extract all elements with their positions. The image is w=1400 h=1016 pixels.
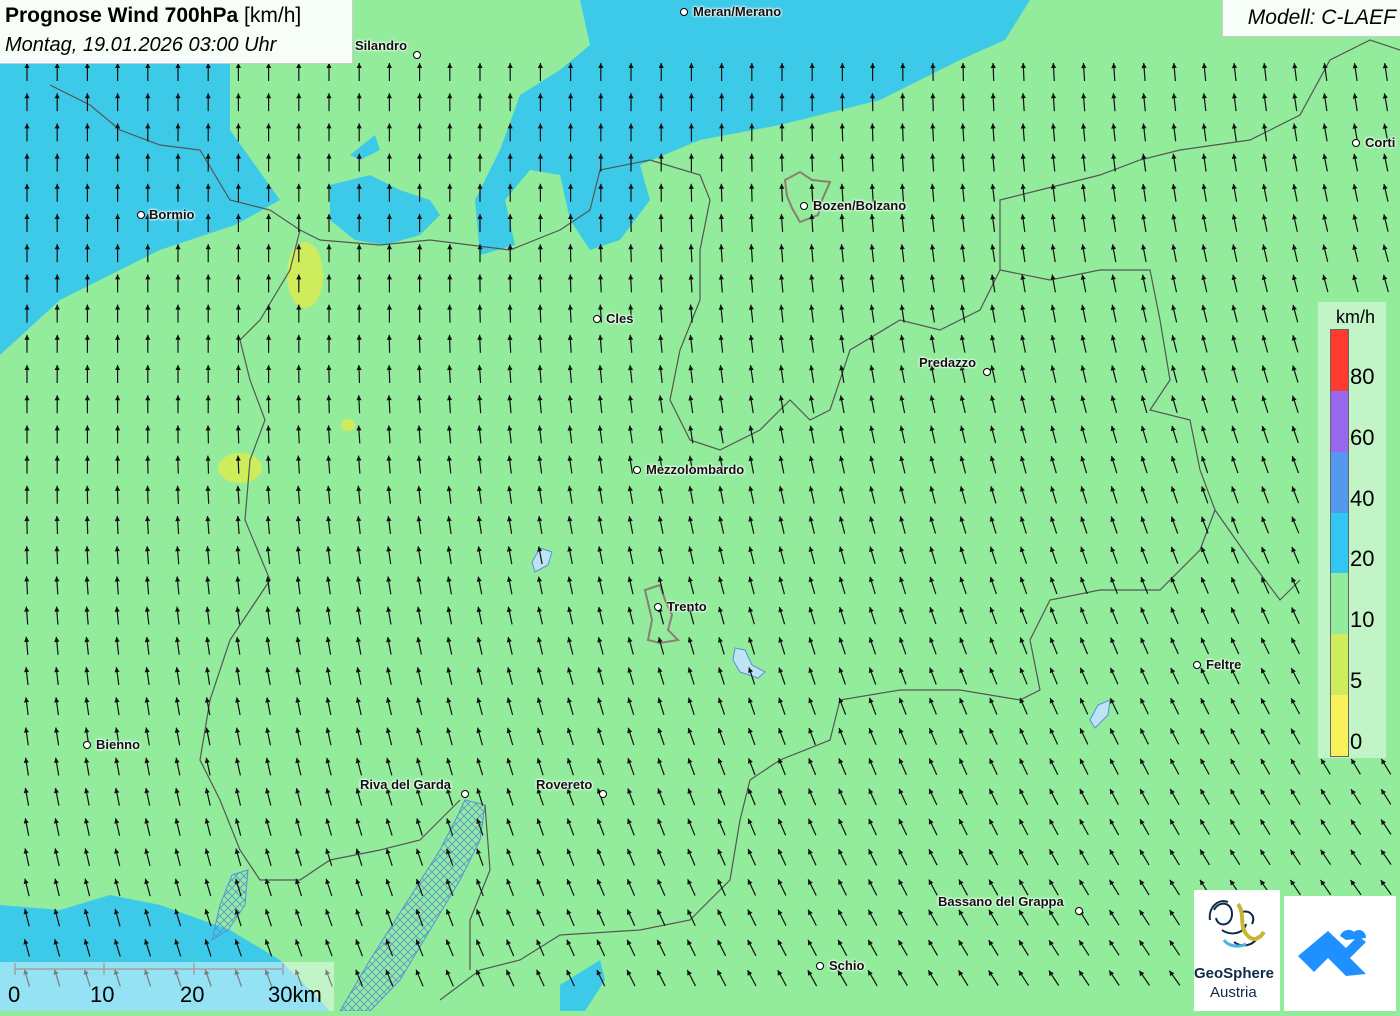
city-marker (413, 51, 421, 59)
legend-value: 0 (1350, 729, 1362, 755)
city-label: Predazzo (919, 355, 976, 370)
city-marker (816, 962, 824, 970)
legend-color-bar (1330, 329, 1349, 757)
partner-logo[interactable] (1284, 896, 1396, 1011)
city-label: Bozen/Bolzano (813, 198, 906, 213)
city-marker (1075, 907, 1083, 915)
geosphere-logo-text: GeoSphere (1194, 965, 1288, 982)
legend-value: 5 (1350, 668, 1362, 694)
scale-label-20: 20 (180, 982, 204, 1008)
city-label: Schio (829, 958, 864, 973)
forecast-time: Montag, 19.01.2026 03:00 Uhr (5, 34, 276, 57)
scale-label-0: 0 (8, 982, 20, 1008)
city-marker (593, 315, 601, 323)
city-marker (633, 466, 641, 474)
geosphere-logo[interactable]: GeoSphere Austria (1194, 890, 1280, 1011)
legend-value: 80 (1350, 364, 1374, 390)
map-title: Prognose Wind 700hPa [km/h] (5, 4, 301, 28)
scale-label-10: 10 (90, 982, 114, 1008)
legend-swatch (1331, 695, 1348, 756)
city-label: Trento (667, 599, 707, 614)
city-label: Feltre (1206, 657, 1241, 672)
city-label: Bassano del Grappa (938, 894, 1064, 909)
model-panel: Modell: C-LAEF (1222, 0, 1400, 37)
legend-value: 40 (1350, 486, 1374, 512)
city-label: Bormio (149, 207, 195, 222)
legend-swatch (1331, 513, 1348, 574)
legend-swatch (1331, 391, 1348, 452)
scale-label-30km: 30km (268, 982, 322, 1008)
city-marker (1352, 139, 1360, 147)
city-marker (800, 202, 808, 210)
city-marker (83, 741, 91, 749)
city-label: Meran/Merano (693, 4, 781, 19)
city-label: Rovereto (536, 777, 592, 792)
geosphere-emblem-icon (1194, 890, 1280, 962)
wind-forecast-map[interactable] (0, 0, 1400, 1011)
city-marker (654, 603, 662, 611)
legend-value: 20 (1350, 546, 1374, 572)
title-panel: Prognose Wind 700hPa [km/h] Montag, 19.0… (0, 0, 353, 64)
city-label: Corti (1365, 135, 1395, 150)
legend-unit: km/h (1336, 307, 1375, 328)
city-marker (137, 211, 145, 219)
city-marker (983, 368, 991, 376)
legend-swatch (1331, 573, 1348, 634)
city-label: Riva del Garda (360, 777, 451, 792)
city-marker (680, 8, 688, 16)
city-label: Silandro (355, 38, 407, 53)
map-title-unit: [km/h] (244, 4, 301, 27)
city-label: Cles (606, 311, 633, 326)
city-label: Mezzolombardo (646, 462, 744, 477)
city-marker (599, 790, 607, 798)
city-label: Bienno (96, 737, 140, 752)
legend-value: 10 (1350, 607, 1374, 633)
legend-value: 60 (1350, 425, 1374, 451)
model-label: Modell: C-LAEF (1248, 6, 1396, 30)
city-marker (1193, 661, 1201, 669)
weather-app-logo-icon (1284, 896, 1396, 1011)
legend-swatch (1331, 634, 1348, 695)
legend-swatch (1331, 330, 1348, 391)
geosphere-logo-subtext: Austria (1210, 984, 1257, 1001)
city-marker (461, 790, 469, 798)
legend-swatch (1331, 452, 1348, 513)
map-title-main: Prognose Wind 700hPa (5, 4, 238, 27)
